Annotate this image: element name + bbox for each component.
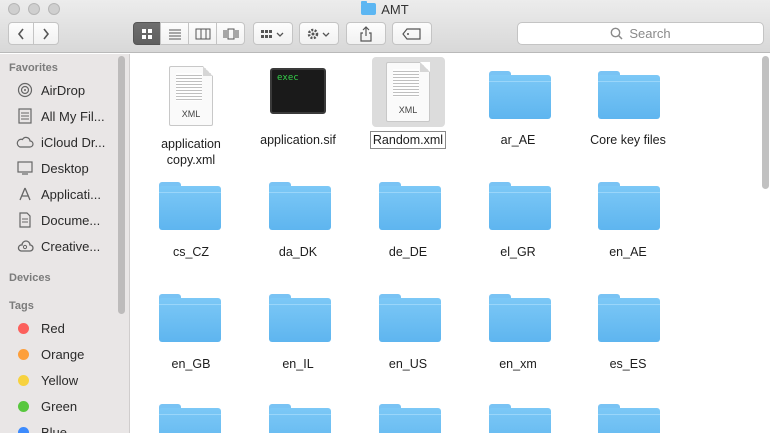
icon-view-button[interactable]: [133, 22, 161, 45]
desktop-icon: [16, 159, 34, 177]
list-icon: [168, 29, 181, 39]
tag-color-dot: [18, 426, 29, 433]
cover-flow-icon: [223, 28, 238, 39]
search-placeholder: Search: [629, 26, 671, 41]
folder-icon: [598, 182, 660, 230]
arrange-icon: [261, 29, 284, 38]
window-title: AMT: [0, 1, 770, 17]
sidebar: Favorites AirDrop All My Fil... iCloud D…: [0, 54, 130, 433]
folder-icon: [598, 294, 660, 342]
sidebar-tag-green[interactable]: Green: [14, 396, 124, 416]
folder-icon: [598, 71, 660, 119]
folder-name: es_ES: [609, 357, 647, 371]
sidebar-item-applications[interactable]: Applicati...: [16, 184, 126, 204]
folder-name: en_AE: [609, 245, 647, 259]
creative-cloud-icon: [16, 237, 34, 255]
all-my-files-icon: [16, 107, 34, 125]
folder-icon: [489, 182, 551, 230]
folder-name: en_IL: [282, 357, 314, 371]
folder-name: el_GR: [500, 245, 536, 259]
tag-color-dot: [18, 374, 29, 386]
window-toolbar: AMT Search: [0, 0, 770, 53]
folder-icon[interactable]: [379, 404, 441, 433]
file-name: application.sif: [260, 133, 336, 147]
folder-icon: [159, 182, 221, 230]
file-name: application copy.xml: [161, 137, 221, 167]
file-name-editing[interactable]: Random.xml: [353, 131, 463, 149]
share-icon: [360, 25, 372, 42]
file-grid: XML application copy.xml exec application…: [131, 54, 770, 433]
share-button[interactable]: [346, 22, 386, 45]
search-field[interactable]: Search: [517, 22, 764, 45]
folder-icon: [489, 294, 551, 342]
sidebar-item-creative-cloud[interactable]: Creative...: [16, 236, 126, 256]
folder-icon: [159, 294, 221, 342]
folder-icon: [269, 294, 331, 342]
cover-flow-button[interactable]: [216, 22, 245, 45]
folder-name: ar_AE: [500, 133, 536, 147]
grid-icon: [142, 28, 152, 39]
folder-name: da_DK: [278, 245, 318, 259]
favorites-header: Favorites: [9, 62, 58, 74]
folder-name: en_xm: [499, 357, 537, 371]
tag-icon: [402, 27, 421, 40]
folder-icon: [379, 294, 441, 342]
columns-icon: [195, 28, 210, 39]
folder-icon: [489, 71, 551, 119]
folder-icon: [269, 182, 331, 230]
icloud-icon: [16, 133, 34, 151]
applications-icon: [16, 185, 34, 203]
tag-color-dot: [18, 322, 29, 334]
xml-file-icon: XML: [386, 62, 430, 122]
folder-name: de_DE: [388, 245, 428, 259]
chevron-left-icon: [17, 28, 24, 39]
tag-color-dot: [18, 400, 29, 412]
folder-icon[interactable]: [269, 404, 331, 433]
list-view-button[interactable]: [160, 22, 189, 45]
sidebar-item-desktop[interactable]: Desktop: [16, 158, 126, 178]
devices-header: Devices: [9, 272, 51, 284]
gear-icon: [307, 28, 330, 39]
sidebar-tag-blue[interactable]: Blue: [14, 422, 124, 433]
content-scrollbar[interactable]: [762, 56, 769, 189]
folder-icon[interactable]: [159, 404, 221, 433]
sidebar-tag-yellow[interactable]: Yellow: [14, 370, 124, 390]
folder-icon[interactable]: [489, 404, 551, 433]
folder-icon: [361, 1, 377, 15]
unix-executable-icon: exec: [270, 68, 326, 114]
folder-name: Core key files: [590, 133, 666, 147]
action-button[interactable]: [299, 22, 339, 45]
folder-icon[interactable]: [598, 404, 660, 433]
folder-name: en_US: [388, 357, 428, 371]
sidebar-scrollbar[interactable]: [118, 56, 125, 314]
back-button[interactable]: [8, 22, 34, 45]
airdrop-icon: [16, 81, 34, 99]
arrange-button[interactable]: [253, 22, 293, 45]
folder-name: en_GB: [171, 357, 211, 371]
folder-icon: [379, 182, 441, 230]
chevron-right-icon: [43, 28, 50, 39]
sidebar-item-icloud-drive[interactable]: iCloud Dr...: [16, 132, 126, 152]
column-view-button[interactable]: [188, 22, 217, 45]
sidebar-item-all-my-files[interactable]: All My Fil...: [16, 106, 126, 126]
documents-icon: [16, 211, 34, 229]
sidebar-tag-red[interactable]: Red: [14, 318, 124, 338]
search-icon: [610, 27, 623, 40]
tag-color-dot: [18, 348, 29, 360]
tags-header: Tags: [9, 300, 34, 312]
sidebar-tag-orange[interactable]: Orange: [14, 344, 124, 364]
xml-file-icon: XML: [169, 66, 213, 126]
folder-name: cs_CZ: [172, 245, 210, 259]
sidebar-item-airdrop[interactable]: AirDrop: [16, 80, 126, 100]
forward-button[interactable]: [33, 22, 59, 45]
edit-tags-button[interactable]: [392, 22, 432, 45]
sidebar-item-documents[interactable]: Docume...: [16, 210, 126, 230]
